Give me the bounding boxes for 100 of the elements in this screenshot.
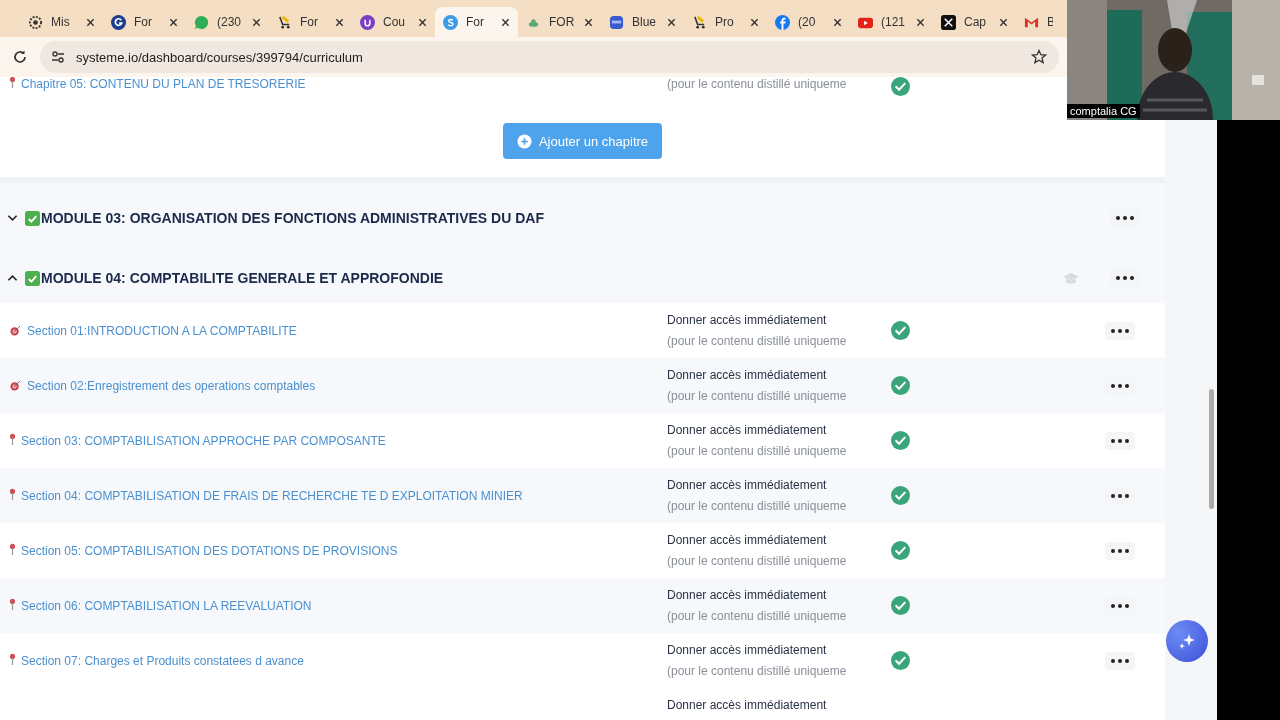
browser-tab[interactable]: Blue [601, 7, 684, 37]
module-title: MODULE 04: COMPTABILITE GENERALE ET APPROFONDIE [41, 270, 444, 286]
more-icon [1111, 328, 1129, 333]
tab-title: Blue [632, 15, 658, 29]
tab-title: (20 [798, 15, 817, 29]
close-icon[interactable] [86, 17, 95, 27]
access-setting: Donner accès immédiatement [667, 698, 828, 712]
sparkle-button[interactable] [1166, 620, 1208, 662]
tab-title: For [134, 15, 153, 29]
target-icon [9, 380, 22, 391]
more-icon [1116, 216, 1134, 220]
access-note: (pour le contenu distillé uniqueme [667, 609, 848, 623]
tab-title: Cou [383, 15, 406, 29]
module-title: MODULE 03: ORGANISATION DES FONCTIONS ADMINISTRATIVES DU DAF [41, 210, 544, 226]
module-header[interactable]: MODULE 03: ORGANISATION DES FONCTIONS ADMINISTRATIVES DU DAF [0, 183, 1165, 253]
access-setting: Donner accès immédiatement [667, 423, 828, 437]
close-icon[interactable] [833, 17, 842, 27]
access-setting: Donner accès immédiatement [667, 643, 828, 657]
section-title[interactable]: Section 03: COMPTABILISATION APPROCHE PAR COMPOSANTE [21, 433, 386, 448]
browser-tab[interactable]: Cap [933, 7, 1016, 37]
section-title[interactable]: Section 05: COMPTABILISATION DES DOTATIONS DE PROVISIONS [21, 543, 398, 558]
circle-logo-icon [360, 14, 375, 30]
more-options-button[interactable] [1110, 269, 1140, 287]
cart-icon [277, 14, 292, 30]
more-options-button[interactable] [1105, 651, 1135, 670]
reload-icon[interactable] [12, 49, 28, 65]
browser-tab[interactable]: (20 [767, 7, 850, 37]
close-icon[interactable] [252, 17, 261, 27]
access-note: (pour le contenu distillé uniqueme [667, 334, 848, 348]
browser-tab[interactable]: FOR [518, 7, 601, 37]
checkbox-icon [25, 210, 40, 226]
close-icon[interactable] [750, 17, 759, 27]
checkbox-icon [25, 270, 40, 286]
browser-tab[interactable]: (121 [850, 7, 933, 37]
chevron-up-icon[interactable] [7, 274, 18, 282]
tab-title: FOR [549, 15, 576, 29]
more-options-button[interactable] [1105, 431, 1135, 450]
more-options-button[interactable] [1105, 321, 1135, 340]
address-bar[interactable]: systeme.io/dashboard/courses/399794/curriculum [40, 41, 1059, 73]
browser-tab[interactable]: Pro [684, 7, 767, 37]
star-icon[interactable] [1031, 49, 1047, 65]
circle-logo-icon [443, 14, 458, 30]
section-title[interactable]: Section 01:INTRODUCTION A LA COMPTABILITE [27, 323, 297, 338]
access-setting: Donner accès immédiatement [667, 368, 828, 382]
more-options-button[interactable] [1105, 596, 1135, 615]
more-options-button[interactable] [1105, 486, 1135, 505]
more-icon [1111, 658, 1129, 663]
more-options-button[interactable] [1105, 541, 1135, 560]
more-options-button[interactable] [1110, 209, 1140, 227]
access-setting: Donner accès immédiatement [667, 533, 828, 547]
browser-tab[interactable]: For [269, 7, 352, 37]
app-icon [609, 14, 624, 30]
more-icon [1111, 438, 1129, 443]
chevron-down-icon[interactable] [7, 214, 18, 222]
pin-icon [9, 487, 16, 500]
gear-icon [28, 14, 43, 30]
close-icon[interactable] [418, 17, 427, 27]
tab-title: Cap [964, 15, 987, 29]
access-note: (pour le contenu distillé uniqueme [667, 499, 848, 513]
close-icon[interactable] [916, 17, 925, 27]
access-setting: Donner accès immédiatement [667, 478, 828, 492]
access-note: (pour le contenu distillé uniqueme [667, 554, 848, 568]
participant-name: comptalia CG [1067, 104, 1140, 118]
access-note: (pour le contenu distillé uniqueme [667, 664, 848, 678]
browser-tab[interactable]: For [435, 7, 518, 37]
access-setting: Donner accès immédiatement [667, 313, 828, 327]
browser-tab[interactable]: Cou [352, 7, 435, 37]
url-text: systeme.io/dashboard/courses/399794/curriculum [76, 49, 364, 65]
tab-title: Mis [51, 15, 71, 29]
access-setting: Donner accès immédiatement [667, 588, 828, 602]
section-title[interactable]: Section 07: Charges et Produits constatees d avance [21, 653, 304, 668]
module-header[interactable]: MODULE 04: COMPTABILITE GENERALE ET APPROFONDIE [0, 253, 1165, 303]
access-note: (pour le contenu distillé uniqueme [667, 389, 848, 403]
browser-tab[interactable]: For [103, 7, 186, 37]
pin-icon [9, 432, 16, 445]
close-icon[interactable] [501, 17, 510, 27]
site-settings-icon[interactable] [50, 49, 66, 65]
tab-title: For [466, 15, 485, 29]
chat-bubble-icon [194, 14, 209, 30]
more-options-button[interactable] [1105, 376, 1135, 395]
cart-icon [692, 14, 707, 30]
letter-logo-icon [111, 14, 126, 30]
browser-tab[interactable]: Mis [20, 7, 103, 37]
more-icon [1116, 276, 1134, 280]
close-icon[interactable] [584, 17, 593, 27]
app-icon [941, 14, 956, 30]
access-note: (pour le contenu distillé uniqueme [667, 77, 848, 91]
browser-tab[interactable]: (230 [186, 7, 269, 37]
access-note: (pour le contenu distillé uniqueme [667, 444, 848, 458]
more-icon [1111, 548, 1129, 553]
close-icon[interactable] [335, 17, 344, 27]
close-icon[interactable] [999, 17, 1008, 27]
more-icon [1111, 603, 1129, 608]
close-icon[interactable] [169, 17, 178, 27]
tab-title: For [300, 15, 319, 29]
scrollbar[interactable] [1209, 389, 1214, 509]
pin-icon [9, 652, 16, 665]
pin-icon [9, 542, 16, 555]
tab-title: (230 [217, 15, 243, 29]
close-icon[interactable] [667, 17, 676, 27]
